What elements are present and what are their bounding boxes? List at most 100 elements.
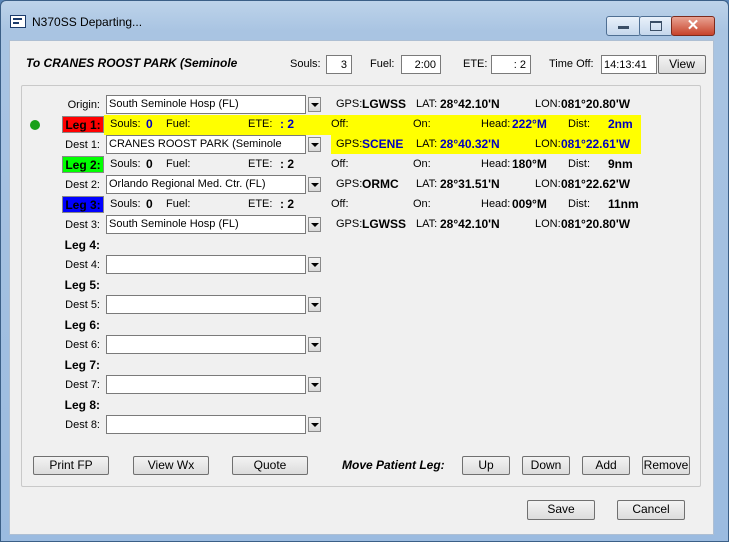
dest1-lat: 28°40.32'N: [440, 137, 500, 151]
dest5-label: Dest 5:: [65, 299, 100, 311]
fuel-field[interactable]: 2:00: [401, 55, 441, 74]
leg2-off-label: Off:: [331, 158, 349, 170]
leg1-dist: 2nm: [608, 117, 633, 131]
origin-dropdown-icon[interactable]: [308, 97, 321, 112]
dest7-combo[interactable]: [106, 375, 306, 394]
leg2-head-label: Head:: [481, 158, 511, 170]
maximize-button[interactable]: [639, 16, 673, 36]
dest1-lon-label: LON:: [535, 138, 561, 150]
dest2-combo[interactable]: Orlando Regional Med. Ctr. (FL): [106, 175, 306, 194]
leg2-ete: : 2: [280, 157, 295, 171]
print-fp-button[interactable]: Print FP: [33, 456, 109, 475]
dest6-label: Dest 6:: [65, 339, 100, 351]
leg8-label: Leg 8:: [64, 398, 100, 412]
leg2-dist: 9nm: [608, 157, 633, 171]
remove-button[interactable]: Remove: [642, 456, 690, 475]
dialog-client: To CRANES ROOST PARK (Seminole Souls: 3 …: [9, 40, 714, 535]
active-leg-indicator: [30, 120, 40, 130]
leg1-label[interactable]: Leg 1:: [62, 116, 104, 133]
dest6-dropdown-icon[interactable]: [308, 337, 321, 352]
dest2-gps: ORMC: [362, 177, 399, 191]
leg3-souls-label: Souls:: [110, 198, 141, 210]
dest2-gps-label: GPS:: [336, 178, 363, 190]
dest7-label: Dest 7:: [65, 379, 100, 391]
origin-lat: 28°42.10'N: [440, 97, 500, 111]
destination-heading: To CRANES ROOST PARK (Seminole: [26, 56, 238, 70]
leg3-ete-label: ETE:: [248, 198, 273, 210]
leg3-on-label: On:: [413, 198, 431, 210]
origin-gps-label: GPS:: [336, 98, 363, 110]
dest1-lon: 081°22.61'W: [561, 137, 631, 151]
origin-combo[interactable]: South Seminole Hosp (FL): [106, 95, 306, 114]
origin-lon: 081°20.80'W: [561, 97, 631, 111]
leg3-label[interactable]: Leg 3:: [62, 196, 104, 213]
dest3-lon-label: LON:: [535, 218, 561, 230]
dest8-dropdown-icon[interactable]: [308, 417, 321, 432]
cancel-button[interactable]: Cancel: [617, 500, 685, 520]
save-button[interactable]: Save: [527, 500, 595, 520]
leg2-dist-label: Dist:: [568, 158, 590, 170]
dest1-dropdown-icon[interactable]: [308, 137, 321, 152]
leg7-label: Leg 7:: [64, 358, 100, 372]
leg1-fuel-label: Fuel:: [166, 118, 191, 130]
leg2-fuel-label: Fuel:: [166, 158, 191, 170]
time-off-field[interactable]: 14:13:41: [601, 55, 657, 74]
origin-lat-label: LAT:: [416, 98, 438, 110]
time-off-label: Time Off:: [549, 58, 594, 70]
leg1-ete-label: ETE:: [248, 118, 273, 130]
leg2-on-label: On:: [413, 158, 431, 170]
leg1-souls: 0: [146, 117, 153, 131]
fuel-label: Fuel:: [370, 58, 395, 70]
down-button[interactable]: Down: [522, 456, 570, 475]
title-bar[interactable]: N370SS Departing... ✕: [1, 1, 728, 37]
ete-label: ETE:: [463, 58, 488, 70]
dest2-lat: 28°31.51'N: [440, 177, 500, 191]
view-wx-button[interactable]: View Wx: [133, 456, 209, 475]
leg2-souls-label: Souls:: [110, 158, 141, 170]
up-button[interactable]: Up: [462, 456, 510, 475]
souls-field[interactable]: 3: [326, 55, 352, 74]
quote-button[interactable]: Quote: [232, 456, 308, 475]
leg2-souls: 0: [146, 157, 153, 171]
dialog-window: N370SS Departing... ✕ To CRANES ROOST PA…: [0, 0, 729, 542]
leg3-off-label: Off:: [331, 198, 349, 210]
origin-label: Origin:: [67, 99, 100, 111]
leg3-head-label: Head:: [481, 198, 511, 210]
dest2-label: Dest 2:: [65, 179, 100, 191]
move-patient-leg-label: Move Patient Leg:: [342, 458, 445, 472]
dest1-combo[interactable]: CRANES ROOST PARK (Seminole: [106, 135, 306, 154]
leg1-off-label: Off:: [331, 118, 349, 130]
dest5-dropdown-icon[interactable]: [308, 297, 321, 312]
close-icon: ✕: [686, 17, 700, 34]
dest3-label: Dest 3:: [65, 219, 100, 231]
dest4-dropdown-icon[interactable]: [308, 257, 321, 272]
view-button[interactable]: View: [658, 55, 706, 74]
minimize-button[interactable]: [606, 16, 641, 36]
dest2-lon: 081°22.62'W: [561, 177, 631, 191]
leg3-ete: : 2: [280, 197, 295, 211]
origin-lon-label: LON:: [535, 98, 561, 110]
dest4-combo[interactable]: [106, 255, 306, 274]
dest8-label: Dest 8:: [65, 419, 100, 431]
leg1-souls-label: Souls:: [110, 118, 141, 130]
close-button[interactable]: ✕: [671, 16, 715, 36]
leg1-ete: : 2: [280, 117, 295, 131]
window-title: N370SS Departing...: [32, 15, 143, 29]
ete-field[interactable]: : 2: [491, 55, 531, 74]
dest6-combo[interactable]: [106, 335, 306, 354]
leg3-head: 009°M: [512, 197, 547, 211]
dest3-lat: 28°42.10'N: [440, 217, 500, 231]
dest2-dropdown-icon[interactable]: [308, 177, 321, 192]
leg4-label: Leg 4:: [64, 238, 100, 252]
dest5-combo[interactable]: [106, 295, 306, 314]
dest2-lon-label: LON:: [535, 178, 561, 190]
dest3-lon: 081°20.80'W: [561, 217, 631, 231]
leg2-label[interactable]: Leg 2:: [62, 156, 104, 173]
dest3-combo[interactable]: South Seminole Hosp (FL): [106, 215, 306, 234]
dest7-dropdown-icon[interactable]: [308, 377, 321, 392]
dest1-gps: SCENE: [362, 137, 404, 151]
dest3-dropdown-icon[interactable]: [308, 217, 321, 232]
dest8-combo[interactable]: [106, 415, 306, 434]
souls-label: Souls:: [290, 58, 321, 70]
add-button[interactable]: Add: [582, 456, 630, 475]
